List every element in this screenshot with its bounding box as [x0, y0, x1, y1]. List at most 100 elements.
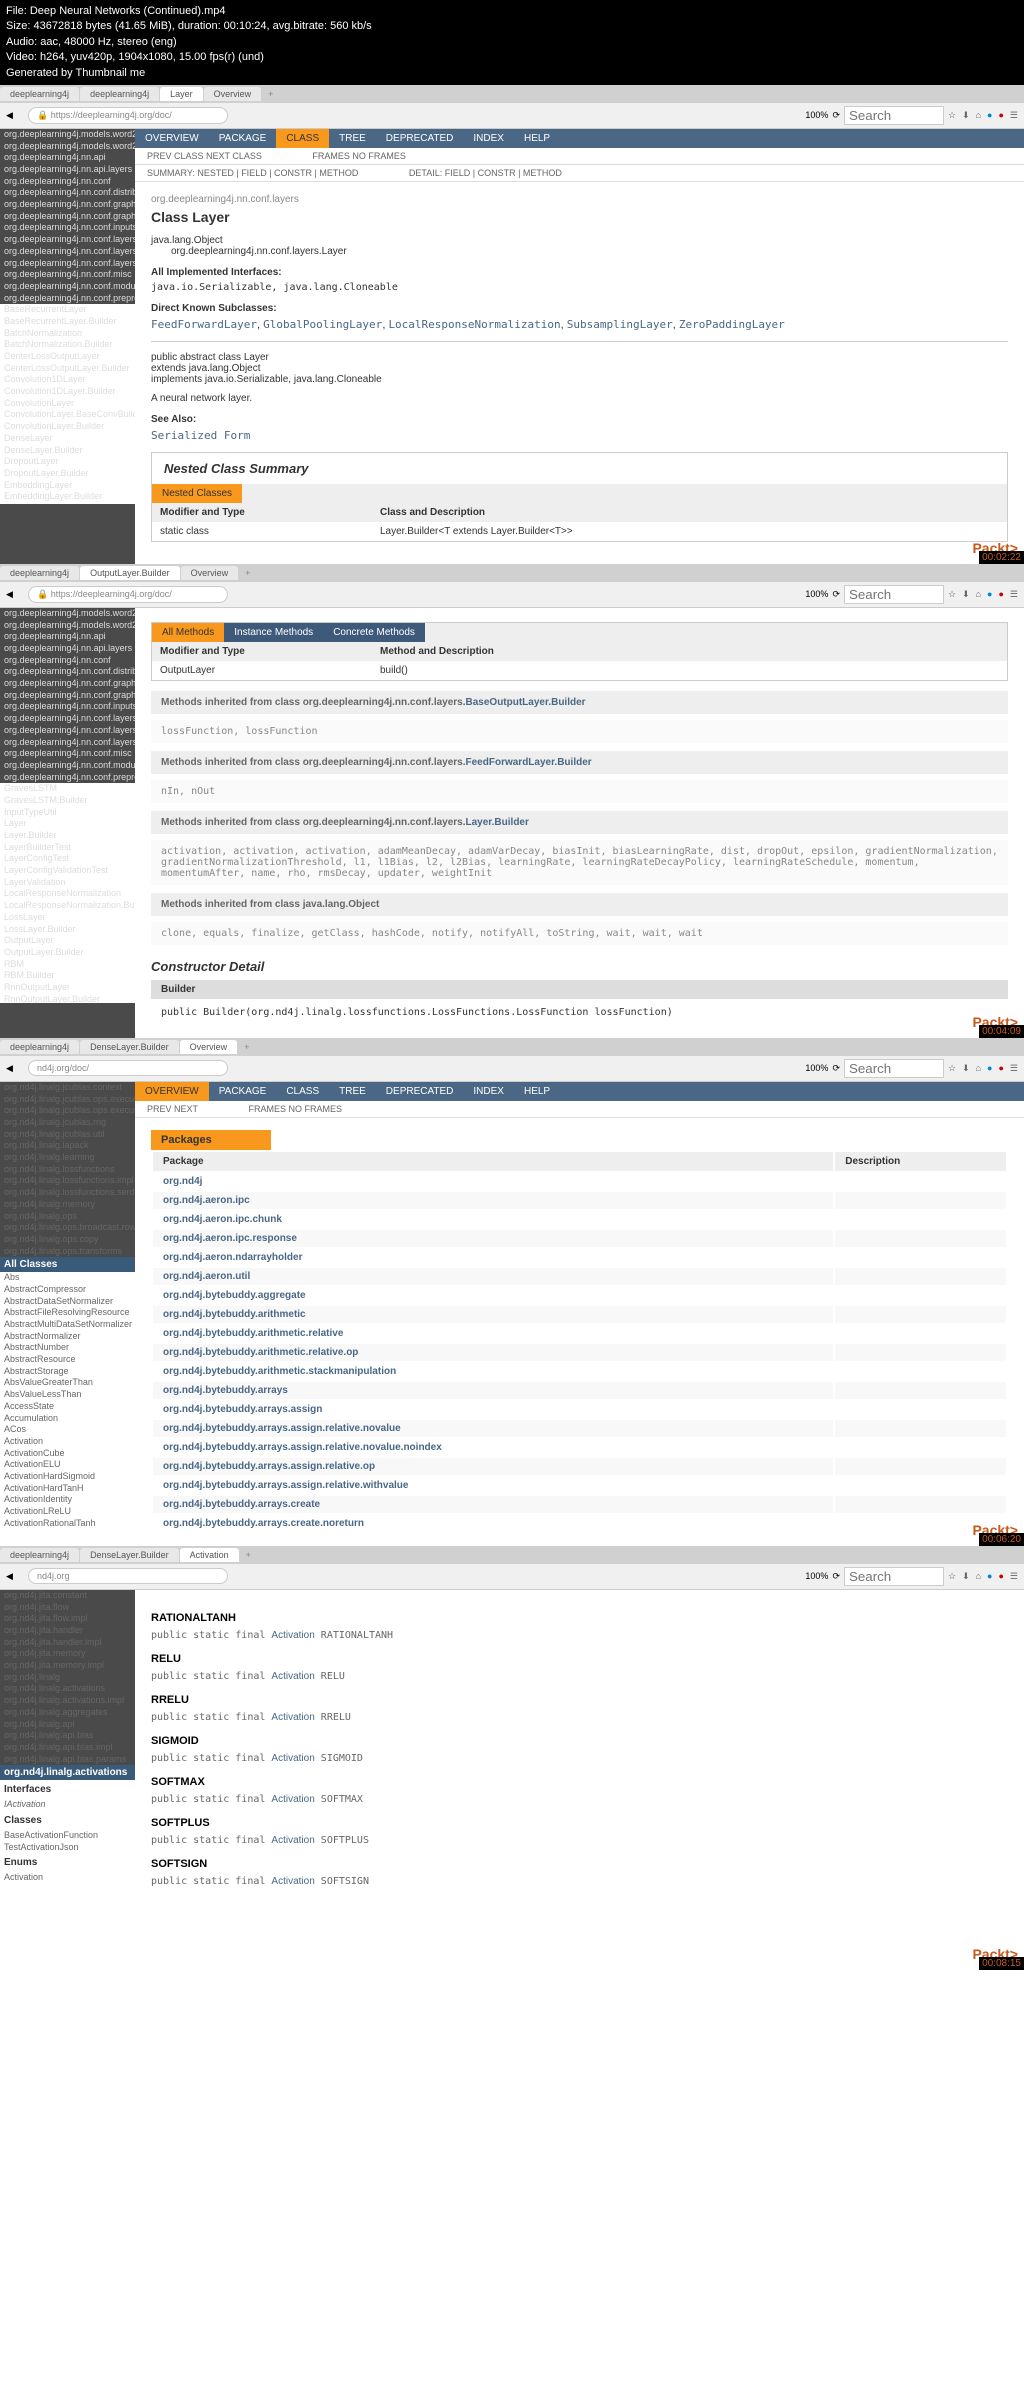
tab[interactable]: deeplearning4j: [0, 566, 79, 580]
package-link[interactable]: org.nd4j.bytebuddy.arrays.assign.relativ…: [163, 1461, 375, 1472]
package-link[interactable]: org.nd4j.bytebuddy.arrays.create: [163, 1499, 320, 1510]
package-link[interactable]: org.nd4j.bytebuddy.arithmetic.relative: [163, 1328, 343, 1339]
package-link[interactable]: org.deeplearning4j.nn.conf.inputs: [0, 222, 135, 234]
package-link[interactable]: org.deeplearning4j.nn.api.layers: [0, 643, 135, 655]
package-link[interactable]: org.deeplearning4j.nn.conf.module: [0, 760, 135, 772]
package-link[interactable]: org.nd4j.aeron.ipc: [163, 1195, 250, 1206]
package-link[interactable]: org.nd4j.linalg.activations.impl: [0, 1695, 135, 1707]
nav-index[interactable]: INDEX: [463, 129, 514, 148]
back-button[interactable]: ◀: [6, 110, 24, 121]
frames-links[interactable]: FRAMES NO FRAMES: [312, 151, 406, 161]
all-methods-tab[interactable]: All Methods: [152, 623, 224, 642]
class-link[interactable]: FeedForwardLayer: [0, 503, 135, 504]
home-icon[interactable]: ⌂: [976, 589, 981, 600]
package-link[interactable]: org.deeplearning4j.nn.api.layers: [0, 164, 135, 176]
download-icon[interactable]: ⬇: [962, 1063, 970, 1074]
nav-overview[interactable]: OVERVIEW: [135, 129, 209, 148]
class-link[interactable]: BaseRecurrentLayer.Builder: [0, 316, 135, 328]
class-link[interactable]: Layer.Builder: [0, 830, 135, 842]
class-link[interactable]: ActivationCube: [0, 1448, 135, 1460]
addon-icon[interactable]: ●: [987, 1571, 992, 1582]
class-link[interactable]: RBM: [0, 959, 135, 971]
subclass-link[interactable]: ZeroPaddingLayer: [679, 318, 785, 331]
class-link[interactable]: AbstractResource: [0, 1354, 135, 1366]
package-link[interactable]: org.deeplearning4j.nn.conf.layers: [0, 234, 135, 246]
class-link[interactable]: OutputLayer: [0, 935, 135, 947]
package-link[interactable]: org.nd4j.aeron.util: [163, 1271, 250, 1282]
package-link[interactable]: org.deeplearning4j.nn.conf.preprocessor: [0, 772, 135, 784]
package-link[interactable]: org.nd4j.linalg: [0, 1672, 135, 1684]
frames-links[interactable]: FRAMES NO FRAMES: [249, 1104, 343, 1114]
package-link[interactable]: org.nd4j.bytebuddy.arithmetic.relative.o…: [163, 1347, 358, 1358]
inh-link[interactable]: FeedForwardLayer.Builder: [466, 757, 592, 768]
package-link[interactable]: org.nd4j.bytebuddy.arithmetic.stackmanip…: [163, 1366, 396, 1377]
class-link[interactable]: OutputLayer.Builder: [0, 947, 135, 959]
package-link[interactable]: org.deeplearning4j.nn.conf: [0, 176, 135, 188]
new-tab-button[interactable]: +: [240, 1548, 257, 1562]
nested-tab[interactable]: Nested Classes: [152, 484, 242, 503]
class-link[interactable]: Convolution1DLayer.Builder: [0, 386, 135, 398]
package-link[interactable]: org.deeplearning4j.models.word2vec.words…: [0, 141, 135, 153]
new-tab-button[interactable]: +: [239, 566, 256, 580]
prev-next[interactable]: PREV NEXT: [147, 1104, 198, 1114]
package-link[interactable]: org.nd4j.linalg.jcublas.context: [0, 1082, 135, 1094]
search-input[interactable]: [844, 585, 944, 604]
package-link[interactable]: org.deeplearning4j.nn.conf.layers.setup: [0, 725, 135, 737]
nav-deprecated[interactable]: DEPRECATED: [376, 129, 464, 148]
package-link[interactable]: org.deeplearning4j.nn.api: [0, 631, 135, 643]
bookmark-icon[interactable]: ☆: [948, 1571, 956, 1582]
package-link[interactable]: org.nd4j.bytebuddy.arrays.assign: [163, 1404, 322, 1415]
package-link[interactable]: org.nd4j.aeron.ipc.response: [163, 1233, 297, 1244]
class-link[interactable]: GravesLSTM.Builder: [0, 795, 135, 807]
package-link[interactable]: org.deeplearning4j.nn.conf.graph.rnn: [0, 690, 135, 702]
package-link[interactable]: org.deeplearning4j.nn.conf.distribution: [0, 187, 135, 199]
class-link[interactable]: EmbeddingLayer.Builder: [0, 491, 135, 503]
package-link[interactable]: org.nd4j.bytebuddy.arrays.create.noretur…: [163, 1518, 364, 1529]
class-link[interactable]: BatchNormalization.Builder: [0, 339, 135, 351]
nav-class[interactable]: CLASS: [276, 129, 329, 148]
class-link[interactable]: LocalResponseNormalization.Builder: [0, 900, 135, 912]
class-link[interactable]: RnnOutputLayer.Builder: [0, 994, 135, 1004]
package-link[interactable]: org.deeplearning4j.nn.conf.graph.rnn: [0, 211, 135, 223]
inh-link[interactable]: BaseOutputLayer.Builder: [466, 697, 586, 708]
nav-tree[interactable]: TREE: [329, 129, 376, 148]
class-link[interactable]: ConvolutionLayer.Builder: [0, 421, 135, 433]
subclass-link[interactable]: FeedForwardLayer: [151, 318, 257, 331]
addon-icon[interactable]: ●: [987, 1063, 992, 1074]
class-link[interactable]: CenterLossOutputLayer.Builder: [0, 363, 135, 375]
class-link[interactable]: AbstractNormalizer: [0, 1331, 135, 1343]
instance-methods-tab[interactable]: Instance Methods: [224, 623, 323, 642]
menu-icon[interactable]: ☰: [1010, 589, 1018, 600]
class-link[interactable]: Accumulation: [0, 1413, 135, 1425]
addon-icon[interactable]: ●: [987, 110, 992, 121]
class-link[interactable]: ConvolutionLayer.BaseConvBuilder: [0, 409, 135, 421]
package-link[interactable]: org.nd4j.jita.handler: [0, 1625, 135, 1637]
back-button[interactable]: ◀: [6, 589, 24, 600]
download-icon[interactable]: ⬇: [962, 589, 970, 600]
reload-icon[interactable]: ⟳: [832, 589, 840, 600]
package-link[interactable]: org.deeplearning4j.nn.conf: [0, 655, 135, 667]
bookmark-icon[interactable]: ☆: [948, 1063, 956, 1074]
class-link[interactable]: AbstractNumber: [0, 1342, 135, 1354]
class-link[interactable]: TestActivationJson: [0, 1842, 135, 1854]
package-link[interactable]: org.nd4j.linalg.ops.broadcast.row: [0, 1222, 135, 1234]
row-class[interactable]: Layer.Builder<T extends Layer.Builder<T>…: [372, 522, 1007, 541]
class-link[interactable]: AbstractStorage: [0, 1366, 135, 1378]
download-icon[interactable]: ⬇: [962, 1571, 970, 1582]
addon-icon[interactable]: ●: [987, 589, 992, 600]
bookmark-icon[interactable]: ☆: [948, 589, 956, 600]
reload-icon[interactable]: ⟳: [832, 1571, 840, 1582]
reload-icon[interactable]: ⟳: [832, 110, 840, 121]
class-link[interactable]: LayerBuilderTest: [0, 842, 135, 854]
class-link[interactable]: ConvolutionLayer: [0, 398, 135, 410]
package-link[interactable]: org.nd4j.linalg.ops.transforms: [0, 1246, 135, 1258]
tab[interactable]: deeplearning4j: [80, 87, 159, 101]
package-link[interactable]: org.nd4j.bytebuddy.arrays.assign.relativ…: [163, 1480, 408, 1491]
summary-links[interactable]: SUMMARY: NESTED | FIELD | CONSTR | METHO…: [147, 168, 358, 178]
serialized-link[interactable]: Serialized Form: [151, 429, 250, 442]
class-link[interactable]: DropoutLayer.Builder: [0, 468, 135, 480]
class-link[interactable]: Layer: [0, 818, 135, 830]
row-method[interactable]: build(): [372, 661, 1007, 680]
class-link[interactable]: AbstractMultiDataSetNormalizer: [0, 1319, 135, 1331]
package-link[interactable]: org.nd4j.linalg.lapack: [0, 1140, 135, 1152]
